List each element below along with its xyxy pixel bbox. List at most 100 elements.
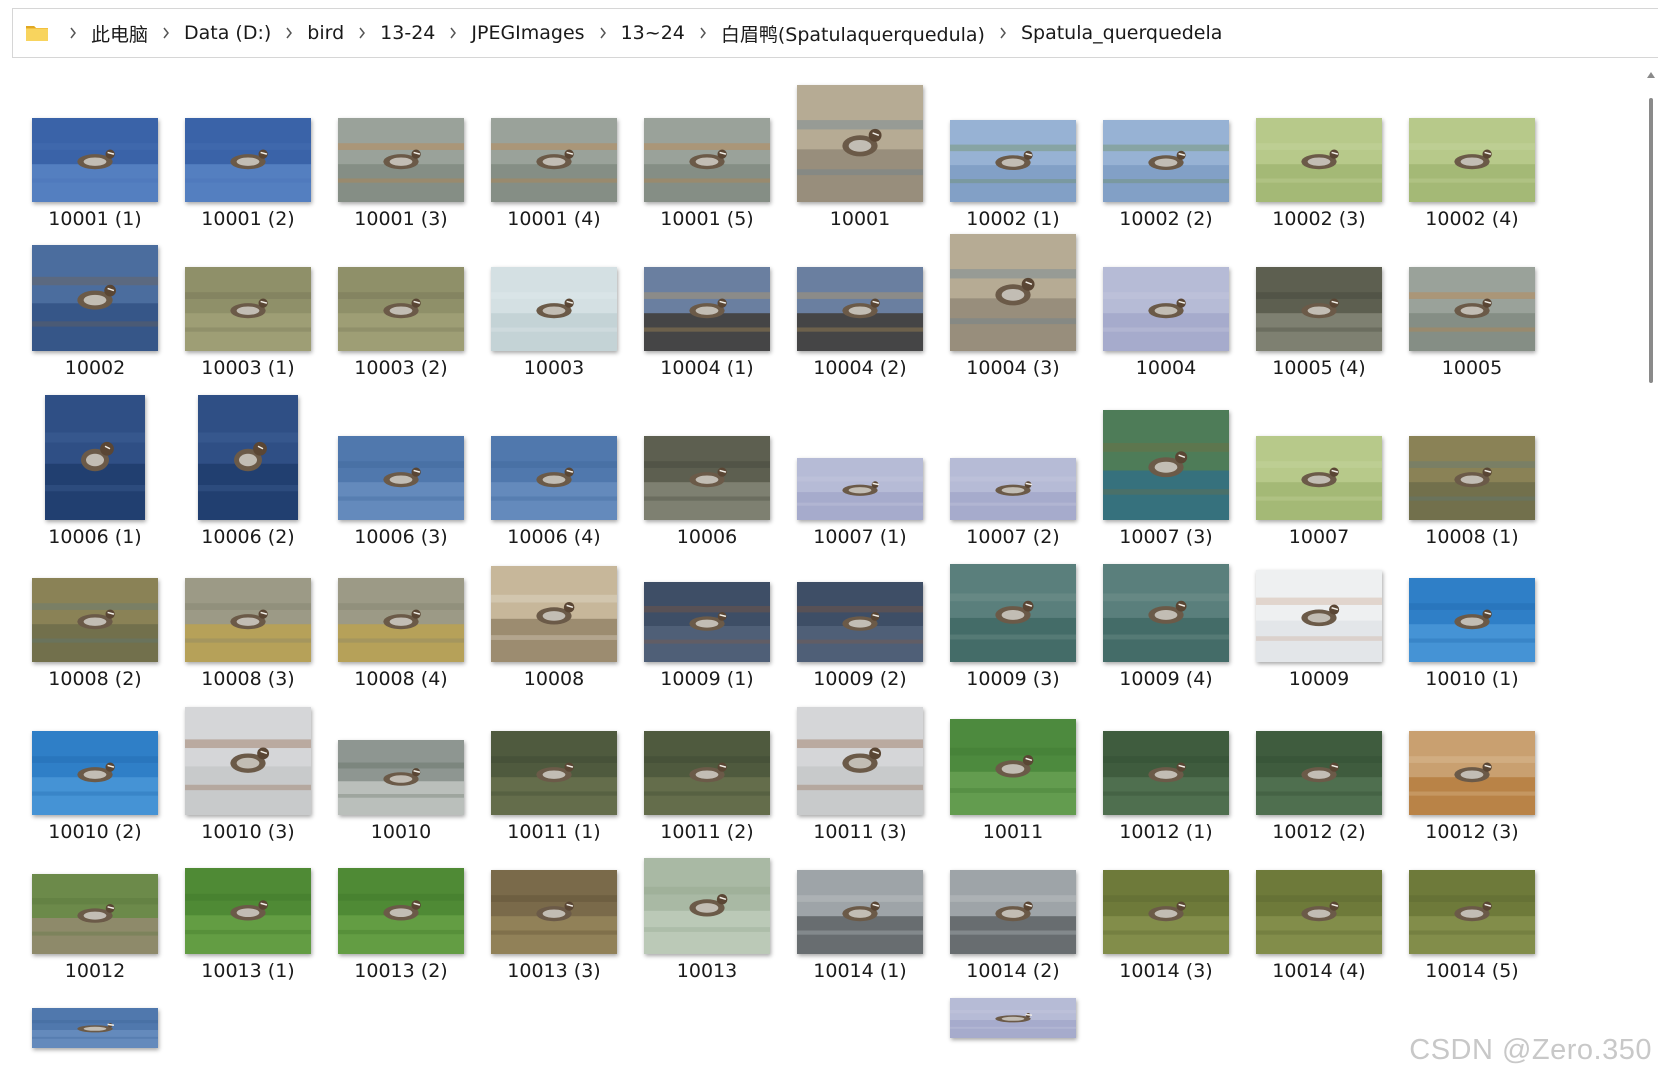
thumbnail-image[interactable] [491,870,617,954]
thumbnail-image[interactable] [1103,410,1229,520]
chevron-right-icon[interactable] [59,27,87,39]
thumbnail-image[interactable] [491,731,617,815]
thumbnail-image[interactable] [1103,731,1229,815]
thumbnail-image[interactable] [797,85,923,202]
file-name-label: 10007 [1288,526,1350,548]
file-name-label: 10008 (3) [201,668,295,690]
file-name-label: 10014 (4) [1272,960,1366,982]
thumbnail-image[interactable] [198,395,298,520]
scroll-up-arrow-icon[interactable] [1647,72,1655,78]
thumbnail-image[interactable] [950,458,1076,520]
thumbnail-image[interactable] [338,740,464,815]
breadcrumb-item[interactable]: bird [303,22,348,44]
file-name-label: 10014 (1) [813,960,907,982]
thumbnail-image[interactable] [644,118,770,202]
thumbnail-image[interactable] [491,436,617,520]
chevron-right-icon[interactable] [989,27,1017,39]
file-name-label: 10006 (1) [48,526,142,548]
thumbnail-image[interactable] [1256,436,1382,520]
thumbnail-image[interactable] [185,267,311,351]
file-name-label: 10011 (2) [660,821,754,843]
thumbnail-image[interactable] [338,436,464,520]
breadcrumb-item[interactable]: 白眉鸭(Spatulaquerquedula) [717,20,989,47]
breadcrumb-item[interactable]: 13-24 [376,22,439,44]
chevron-right-icon[interactable] [439,27,467,39]
thumbnail-image[interactable] [797,870,923,954]
thumbnail-image[interactable] [644,858,770,954]
thumbnail-image[interactable] [797,458,923,520]
thumbnail-image[interactable] [338,578,464,662]
chevron-right-icon[interactable] [275,27,303,39]
thumbnail-image[interactable] [644,582,770,662]
file-explorer-window: 此电脑 Data (D:) bird 13-24 JPEGImages 13~24 白眉鸭(… [0,0,1658,1073]
thumbnail-image[interactable] [45,395,145,520]
thumbnail-image[interactable] [797,267,923,351]
thumbnail-image[interactable] [32,578,158,662]
thumbnail-image[interactable] [1103,870,1229,954]
thumbnail-image[interactable] [797,582,923,662]
thumbnail-image[interactable] [1409,436,1535,520]
thumbnail-image[interactable] [797,707,923,815]
thumbnail-image[interactable] [1256,870,1382,954]
thumbnail-image[interactable] [1103,267,1229,351]
file-name-label: 10007 (3) [1119,526,1213,548]
thumbnail-image[interactable] [950,998,1076,1038]
file-name-label: 10014 (2) [966,960,1060,982]
thumbnail-image[interactable] [644,436,770,520]
breadcrumb-item[interactable]: JPEGImages [467,22,588,44]
thumbnail-image[interactable] [950,120,1076,202]
thumbnail-image[interactable] [644,731,770,815]
file-name-label: 10004 [1135,357,1197,379]
thumbnail-image[interactable] [1409,578,1535,662]
file-name-label: 10013 [676,960,738,982]
thumbnail-image[interactable] [1256,267,1382,351]
thumbnail-image[interactable] [338,868,464,954]
thumbnail-image[interactable] [1409,267,1535,351]
file-name-label: 10004 (1) [660,357,754,379]
thumbnail-image[interactable] [491,118,617,202]
thumbnail-image[interactable] [1256,570,1382,662]
thumbnail-image[interactable] [1103,120,1229,202]
thumbnail-image[interactable] [32,1008,158,1048]
thumbnail-image[interactable] [950,870,1076,954]
breadcrumb-item[interactable]: Data (D:) [180,22,275,44]
thumbnail-image[interactable] [644,267,770,351]
thumbnail-image[interactable] [950,719,1076,815]
breadcrumb-item[interactable]: 此电脑 [87,20,152,47]
thumbnail-image[interactable] [1256,118,1382,202]
thumbnail-image[interactable] [491,566,617,662]
thumbnail-image[interactable] [185,578,311,662]
address-bar[interactable]: 此电脑 Data (D:) bird 13-24 JPEGImages 13~24 白眉鸭(… [12,8,1658,58]
thumbnail-image[interactable] [338,118,464,202]
file-name-label: 10014 (3) [1119,960,1213,982]
thumbnail-image[interactable] [1409,118,1535,202]
thumbnail-image[interactable] [1409,731,1535,815]
thumbnail-image[interactable] [32,245,158,351]
thumbnail-image[interactable] [1409,870,1535,954]
chevron-right-icon[interactable] [689,27,717,39]
thumbnail-image[interactable] [32,118,158,202]
vertical-scrollbar[interactable] [1644,58,1658,1073]
thumbnail-image[interactable] [32,731,158,815]
thumbnail-image[interactable] [950,234,1076,351]
breadcrumb-item[interactable]: 13~24 [617,22,689,44]
thumbnail-image[interactable] [950,564,1076,662]
thumbnail-image[interactable] [1256,731,1382,815]
file-name-label: 10003 (1) [201,357,295,379]
thumbnail-image[interactable] [185,118,311,202]
file-name-label: 10002 (4) [1425,208,1519,230]
thumbnail-image[interactable] [32,874,158,954]
chevron-right-icon[interactable] [348,27,376,39]
file-name-label: 10008 (2) [48,668,142,690]
file-name-label: 10006 (4) [507,526,601,548]
thumbnail-image[interactable] [491,267,617,351]
file-name-label: 10002 [64,357,126,379]
scrollbar-thumb[interactable] [1649,98,1653,383]
thumbnail-image[interactable] [185,707,311,815]
thumbnail-image[interactable] [338,267,464,351]
chevron-right-icon[interactable] [152,27,180,39]
breadcrumb-item[interactable]: Spatula_querquedela [1017,22,1226,44]
thumbnail-image[interactable] [1103,564,1229,662]
thumbnail-image[interactable] [185,868,311,954]
chevron-right-icon[interactable] [589,27,617,39]
